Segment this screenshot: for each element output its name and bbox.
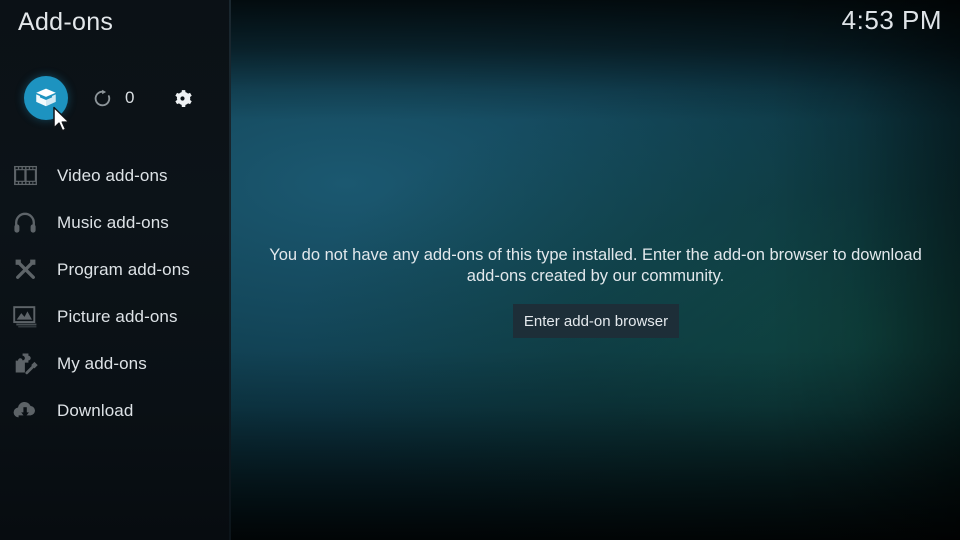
sidebar-item-download[interactable]: Download — [0, 387, 231, 434]
sidebar: 0 Video add-ons Music add-ons Program ad… — [0, 0, 231, 540]
kodi-addons-screen: You do not have any add-ons of this type… — [0, 0, 960, 540]
sidebar-item-music-addons[interactable]: Music add-ons — [0, 199, 231, 246]
sidebar-toolbar: 0 — [0, 74, 231, 122]
sidebar-item-label: Video add-ons — [57, 165, 168, 185]
sidebar-item-my-addons[interactable]: My add-ons — [0, 340, 231, 387]
sidebar-menu: Video add-ons Music add-ons Program add-… — [0, 152, 231, 434]
enter-addon-browser-button[interactable]: Enter add-on browser — [513, 304, 679, 338]
toolbar-addon-browser-button[interactable] — [24, 74, 68, 122]
sidebar-item-picture-addons[interactable]: Picture add-ons — [0, 293, 231, 340]
cloud-download-icon — [10, 396, 40, 426]
refresh-icon — [94, 89, 111, 106]
page-title: Add-ons — [18, 8, 114, 36]
sidebar-item-label: Program add-ons — [57, 259, 190, 279]
puzzle-piece-icon — [10, 349, 40, 379]
sidebar-item-program-addons[interactable]: Program add-ons — [0, 246, 231, 293]
open-box-icon — [36, 88, 56, 107]
picture-frame-icon — [10, 302, 40, 332]
update-count-label: 0 — [125, 88, 135, 107]
sidebar-item-label: Download — [57, 400, 134, 420]
sidebar-item-label: My add-ons — [57, 353, 147, 373]
gear-icon — [175, 89, 192, 107]
sidebar-item-video-addons[interactable]: Video add-ons — [0, 152, 231, 199]
clock: 4:53 PM — [841, 5, 942, 35]
crossed-tools-icon — [10, 255, 40, 285]
toolbar-check-updates-button[interactable]: 0 — [92, 74, 134, 122]
toolbar-settings-button[interactable] — [170, 74, 195, 122]
sidebar-item-label: Music add-ons — [57, 212, 169, 232]
film-strip-icon — [10, 161, 40, 191]
empty-state-message: You do not have any add-ons of this type… — [269, 246, 922, 286]
sidebar-item-label: Picture add-ons — [57, 306, 178, 326]
addon-browser-circle — [24, 76, 68, 120]
headphones-icon — [10, 208, 40, 238]
main-content: You do not have any add-ons of this type… — [231, 0, 960, 540]
